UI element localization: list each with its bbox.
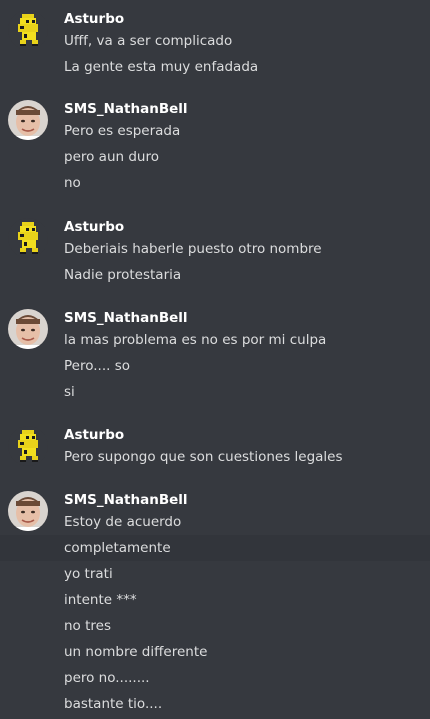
message-text: la mas problema es no es por mi culpa (64, 332, 327, 348)
message-author[interactable]: Asturbo (64, 10, 124, 28)
message-line: yo trati (0, 561, 430, 587)
message-line: no (0, 170, 430, 196)
message-text: La gente esta muy enfadada (64, 59, 259, 75)
message-author[interactable]: Asturbo (64, 218, 124, 236)
message-text: si (64, 384, 75, 400)
message-line: Ufff, va a ser complicado (0, 28, 430, 54)
message-line: un nombre differente (0, 639, 430, 665)
message-author[interactable]: SMS_NathanBell (64, 100, 188, 118)
message-text: Pero.... so (64, 358, 130, 374)
message-author[interactable]: SMS_NathanBell (64, 309, 188, 327)
message-line: intente *** (0, 587, 430, 613)
message-line: la mas problema es no es por mi culpa (0, 327, 430, 353)
message-line: Estoy de acuerdo (0, 509, 430, 535)
message-text: yo trati (64, 566, 113, 582)
message-text: no tres (64, 618, 111, 634)
message-text: bastante tio.... (64, 696, 163, 712)
message-line: pero no........ (0, 665, 430, 691)
message-line: pero aun duro (0, 144, 430, 170)
message-text: Pero es esperada (64, 123, 181, 139)
message-line: Pero es esperada (0, 118, 430, 144)
message-line: Pero supongo que son cuestiones legales (0, 444, 430, 470)
message-text: Ufff, va a ser complicado (64, 33, 233, 49)
message-line: Nadie protestaria (0, 262, 430, 288)
message-line-hovered[interactable]: completamente (0, 535, 430, 561)
message-text: Estoy de acuerdo (64, 514, 182, 530)
message-line: Pero.... so (0, 353, 430, 379)
message-text: Pero supongo que son cuestiones legales (64, 449, 343, 465)
message-text: pero aun duro (64, 149, 159, 165)
message-text: intente *** (64, 592, 137, 608)
chat-message-list: Asturbo Ufff, va a ser complicado La gen… (0, 0, 430, 719)
message-text: un nombre differente (64, 644, 208, 660)
message-text: Deberiais haberle puesto otro nombre (64, 241, 322, 257)
message-text: completamente (64, 540, 171, 556)
message-line: Deberiais haberle puesto otro nombre (0, 236, 430, 262)
message-author[interactable]: SMS_NathanBell (64, 491, 188, 509)
message-line: bastante tio.... (0, 691, 430, 717)
message-text: no (64, 175, 81, 191)
message-line: La gente esta muy enfadada (0, 54, 430, 80)
message-line: si (0, 379, 430, 405)
message-author[interactable]: Asturbo (64, 426, 124, 444)
message-line: no tres (0, 613, 430, 639)
message-text: Nadie protestaria (64, 267, 182, 283)
message-text: pero no........ (64, 670, 150, 686)
